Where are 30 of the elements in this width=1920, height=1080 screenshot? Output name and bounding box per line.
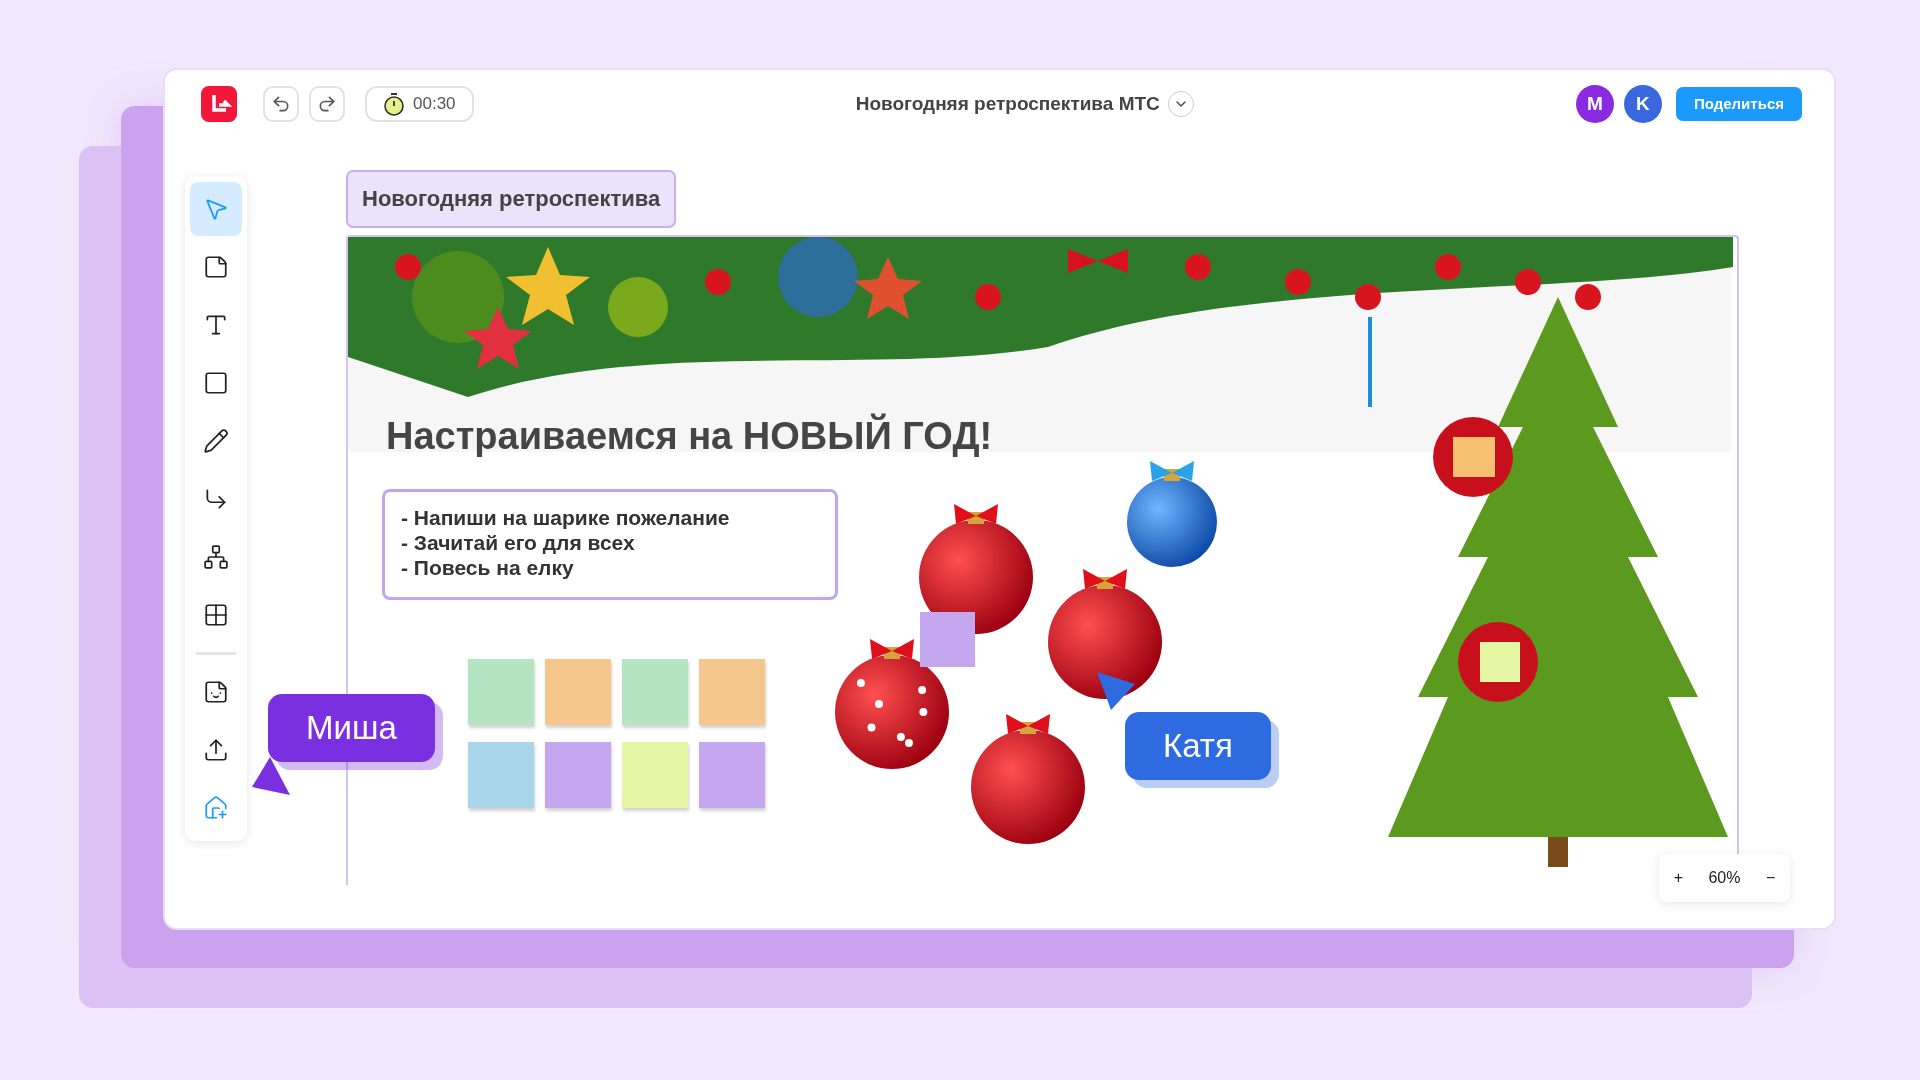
app-logo[interactable] [201, 85, 237, 122]
pointer-arrow-icon [1097, 672, 1135, 710]
redo-icon [317, 93, 337, 114]
stopwatch-icon [383, 91, 405, 116]
sticker-icon [203, 679, 229, 705]
square-icon [203, 370, 229, 396]
redo-button[interactable] [309, 85, 345, 122]
undo-icon [271, 93, 291, 114]
user-avatar[interactable]: M [1575, 84, 1614, 123]
zoom-out-button[interactable]: − [1761, 867, 1780, 889]
upload-icon [203, 737, 229, 763]
zoom-in-button[interactable]: + [1669, 867, 1688, 889]
zoom-level: 60% [1708, 869, 1741, 887]
board-heading: Настраиваемся на НОВЫЙ ГОД! [386, 415, 993, 458]
house-plus-icon [203, 795, 229, 821]
text-icon [203, 312, 229, 338]
undo-button[interactable] [263, 85, 299, 122]
instructions-text: - Напиши на шарике пожелание - Зачитай его для всех - Повесь на елку [382, 489, 838, 600]
mind-map-icon [203, 544, 229, 570]
frame-title[interactable]: Новогодняя ретроспектива [346, 170, 677, 228]
user-avatar[interactable]: K [1623, 84, 1662, 123]
timer-button[interactable]: 00:30 [365, 85, 474, 122]
title-menu-button[interactable] [1167, 90, 1194, 117]
pencil-icon [203, 428, 229, 454]
pointer-arrow-icon [252, 757, 290, 795]
board-title: Новогодняя ретроспектива МТС [855, 92, 1160, 115]
user-name-label: Катя [1125, 712, 1271, 780]
grid-icon [203, 602, 229, 628]
user-name-label: Миша [268, 694, 435, 762]
sticky-note-icon [203, 254, 229, 280]
